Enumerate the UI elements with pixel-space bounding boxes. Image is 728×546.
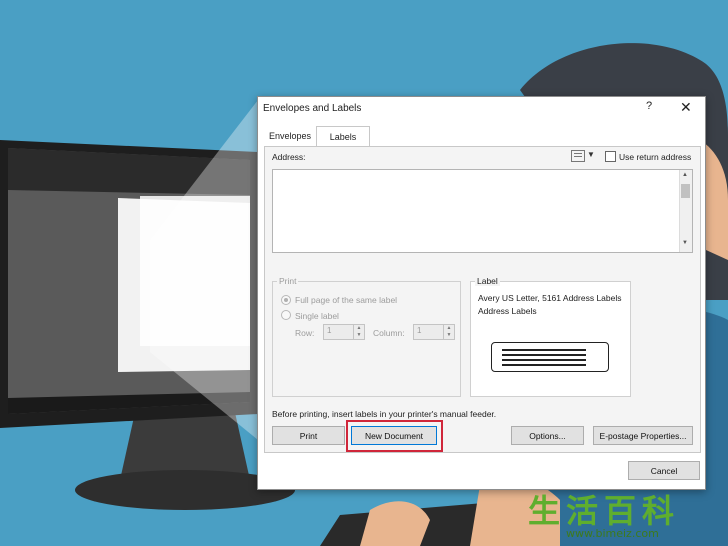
single-label-label: Single label <box>295 311 339 321</box>
row-stepper-arrows-icon[interactable]: ▲ ▼ <box>353 325 364 339</box>
labels-tab-page: Address: ▼ Use return address ▲ ▼ Print … <box>264 146 701 453</box>
label-product-type: Address Labels <box>478 306 537 316</box>
envelopes-labels-dialog: Envelopes and Labels ? ✕ Envelopes Label… <box>257 96 706 490</box>
scroll-thumb[interactable] <box>681 184 690 198</box>
column-stepper[interactable]: 1 ▲ ▼ <box>413 324 455 340</box>
print-group: Print Full page of the same label Single… <box>272 276 461 397</box>
watermark-url: www.bimeiz.com <box>566 527 659 540</box>
label-preview-icon <box>491 342 609 372</box>
column-value: 1 <box>417 326 422 335</box>
dialog-title: Envelopes and Labels <box>263 103 362 114</box>
print-group-title: Print <box>277 276 299 286</box>
tab-labels-label: Labels <box>329 132 357 142</box>
print-button[interactable]: Print <box>272 426 345 445</box>
use-return-address-checkbox[interactable] <box>605 151 616 162</box>
feeder-hint: Before printing, insert labels in your p… <box>272 409 497 419</box>
address-scrollbar[interactable]: ▲ ▼ <box>679 170 692 252</box>
epostage-properties-button[interactable]: E-postage Properties... <box>593 426 693 445</box>
help-button[interactable]: ? <box>646 100 652 112</box>
scroll-down-icon[interactable]: ▼ <box>682 240 688 246</box>
single-label-radio[interactable] <box>281 310 291 320</box>
row-label: Row: <box>295 328 315 338</box>
options-button[interactable]: Options... <box>511 426 584 445</box>
label-product-name: Avery US Letter, 5161 Address Labels <box>478 293 622 303</box>
close-icon[interactable]: ✕ <box>680 99 692 116</box>
address-book-icon[interactable] <box>571 150 585 162</box>
tab-envelopes-label: Envelopes <box>268 130 312 141</box>
use-return-address-label: Use return address <box>619 152 692 162</box>
chevron-down-icon[interactable]: ▼ <box>587 150 595 159</box>
row-stepper[interactable]: 1 ▲ ▼ <box>323 324 365 340</box>
tab-strip: Envelopes Labels <box>258 126 705 147</box>
scroll-up-icon[interactable]: ▲ <box>682 172 688 178</box>
column-label: Column: <box>373 328 405 338</box>
address-textarea[interactable]: ▲ ▼ <box>272 169 693 253</box>
full-page-label: Full page of the same label <box>295 295 398 305</box>
label-group-title: Label <box>475 276 500 286</box>
label-group[interactable]: Label Avery US Letter, 5161 Address Labe… <box>470 276 631 397</box>
row-value: 1 <box>327 326 332 335</box>
full-page-radio[interactable] <box>281 295 291 305</box>
tab-envelopes[interactable]: Envelopes <box>264 126 316 145</box>
cancel-button[interactable]: Cancel <box>628 461 700 480</box>
watermark-logo: 生活百科 <box>528 492 681 530</box>
tab-labels[interactable]: Labels <box>316 126 370 147</box>
address-label: Address: <box>272 152 306 162</box>
highlight-box <box>346 420 443 452</box>
column-stepper-arrows-icon[interactable]: ▲ ▼ <box>443 325 454 339</box>
